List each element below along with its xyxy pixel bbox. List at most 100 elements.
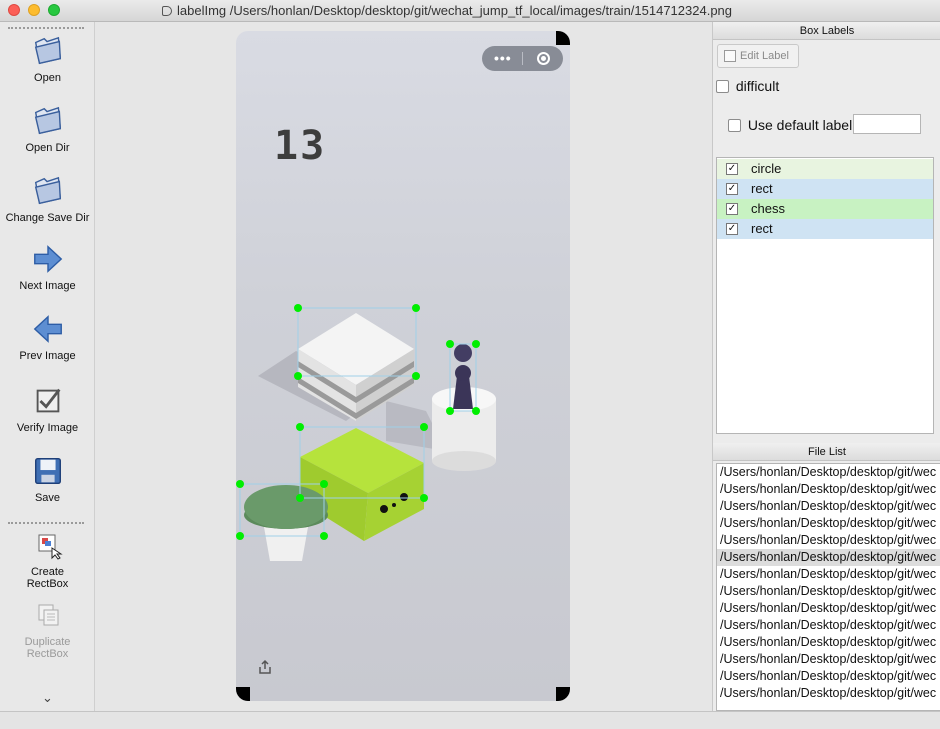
file-list-item[interactable]: /Users/honlan/Desktop/desktop/git/wec [717, 668, 940, 685]
file-list-item[interactable]: /Users/honlan/Desktop/desktop/git/wec [717, 498, 940, 515]
folder-open-icon [34, 176, 61, 205]
handle[interactable] [296, 423, 304, 431]
create-rectbox-button[interactable]: Create RectBox [0, 528, 95, 590]
file-list-item[interactable]: /Users/honlan/Desktop/desktop/git/wec [717, 566, 940, 583]
folder-open-icon [34, 106, 61, 135]
create-rectbox-label: Create RectBox [26, 566, 69, 590]
label-item[interactable]: ✓ rect [717, 179, 933, 199]
green-box-dot [380, 505, 388, 513]
right-dock: Box Labels Edit Label difficult Use defa… [712, 22, 940, 711]
open-dir-label: Open Dir [25, 142, 70, 154]
file-list-item[interactable]: /Users/honlan/Desktop/desktop/git/wec [717, 685, 940, 702]
green-box-dot [392, 503, 396, 507]
change-save-dir-button[interactable]: Change Save Dir [0, 174, 95, 224]
file-list-item[interactable]: /Users/honlan/Desktop/desktop/git/wec [717, 532, 940, 549]
handle[interactable] [420, 494, 428, 502]
open-dir-button[interactable]: Open Dir [0, 104, 95, 154]
file-list-item[interactable]: /Users/honlan/Desktop/desktop/git/wec [717, 481, 940, 498]
prev-image-label: Prev Image [19, 350, 76, 362]
verify-image-button[interactable]: Verify Image [0, 384, 95, 434]
save-label: Save [34, 492, 61, 504]
handle[interactable] [472, 340, 480, 348]
window-title: labelImg /Users/honlan/Desktop/desktop/g… [162, 3, 732, 18]
label-checkbox[interactable]: ✓ [726, 183, 738, 195]
file-list-item[interactable]: /Users/honlan/Desktop/desktop/git/wec [717, 651, 940, 668]
label-text: rect [751, 181, 773, 196]
share-icon [259, 659, 271, 674]
handle[interactable] [320, 532, 328, 540]
open-label: Open [34, 72, 61, 84]
folder-open-icon [34, 36, 61, 65]
edit-label-button[interactable]: Edit Label [717, 44, 799, 68]
box-labels-title: Box Labels [713, 22, 940, 40]
handle[interactable] [296, 494, 304, 502]
green-box-dot [400, 493, 408, 501]
use-default-check-box[interactable] [728, 119, 741, 132]
screenshot-image: ••• 13 [236, 31, 570, 701]
chess-head [454, 344, 472, 362]
handle[interactable] [320, 480, 328, 488]
image-canvas[interactable]: ••• 13 [95, 22, 712, 711]
window-titlebar: labelImg /Users/honlan/Desktop/desktop/g… [0, 0, 940, 22]
handle[interactable] [420, 423, 428, 431]
handle[interactable] [412, 372, 420, 380]
duplicate-rectbox-button[interactable]: Duplicate RectBox [0, 598, 95, 660]
arrow-right-icon [33, 245, 62, 273]
handle[interactable] [472, 407, 480, 415]
handle[interactable] [236, 480, 244, 488]
handle[interactable] [294, 372, 302, 380]
next-image-label: Next Image [19, 280, 76, 292]
edit-pencil-icon [724, 50, 736, 62]
use-default-label-checkbox[interactable]: Use default label [728, 117, 852, 133]
edit-label-text: Edit Label [740, 50, 789, 62]
label-list[interactable]: ✓ circle ✓ rect ✓ chess ✓ rect [716, 157, 934, 434]
difficult-check-box[interactable] [716, 80, 729, 93]
file-list-item[interactable]: /Users/honlan/Desktop/desktop/git/wec [717, 464, 940, 481]
difficult-label: difficult [735, 78, 780, 94]
next-image-button[interactable]: Next Image [0, 242, 95, 292]
phone-corner [556, 687, 570, 701]
floppy-disk-icon [34, 458, 61, 484]
label-checkbox[interactable]: ✓ [726, 163, 738, 175]
handle[interactable] [412, 304, 420, 312]
verify-image-label: Verify Image [16, 422, 79, 434]
label-text: chess [751, 201, 785, 216]
handle[interactable] [446, 340, 454, 348]
file-list-item[interactable]: /Users/honlan/Desktop/desktop/git/wec [717, 583, 940, 600]
toolbar-separator [8, 522, 84, 524]
save-button[interactable]: Save [0, 454, 95, 504]
prev-image-button[interactable]: Prev Image [0, 312, 95, 362]
label-checkbox[interactable]: ✓ [726, 223, 738, 235]
label-item[interactable]: ✓ rect [717, 219, 933, 239]
duplicate-rectbox-label: Duplicate RectBox [24, 636, 71, 660]
table-top [244, 485, 328, 529]
toolbar-separator [8, 27, 84, 29]
duplicate-icon [38, 604, 58, 626]
handle[interactable] [294, 304, 302, 312]
phone-corner [556, 31, 570, 45]
file-list[interactable]: /Users/honlan/Desktop/desktop/git/wec /U… [716, 463, 940, 711]
file-list-item[interactable]: /Users/honlan/Desktop/desktop/git/wec [717, 634, 940, 651]
default-label-input[interactable] [853, 114, 921, 134]
maximize-window-button[interactable] [48, 4, 60, 16]
label-checkbox[interactable]: ✓ [726, 203, 738, 215]
arrow-left-icon [33, 315, 62, 343]
label-item[interactable]: ✓ circle [717, 159, 933, 179]
handle[interactable] [236, 532, 244, 540]
file-list-item[interactable]: /Users/honlan/Desktop/desktop/git/wec [717, 515, 940, 532]
label-item[interactable]: ✓ chess [717, 199, 933, 219]
minimize-window-button[interactable] [28, 4, 40, 16]
left-toolbar: Open Open Dir Change Save Dir Next Image… [0, 22, 95, 721]
file-list-item-selected[interactable]: /Users/honlan/Desktop/desktop/git/wec [717, 549, 940, 566]
document-icon [162, 6, 172, 16]
close-window-button[interactable] [8, 4, 20, 16]
status-bar [0, 711, 940, 729]
file-list-item[interactable]: /Users/honlan/Desktop/desktop/git/wec [717, 600, 940, 617]
open-button[interactable]: Open [0, 34, 95, 84]
use-default-label-text: Use default label [747, 117, 853, 133]
difficult-checkbox[interactable]: difficult [716, 78, 779, 94]
handle[interactable] [446, 407, 454, 415]
window-title-text: labelImg /Users/honlan/Desktop/desktop/g… [177, 3, 733, 18]
file-list-item[interactable]: /Users/honlan/Desktop/desktop/git/wec [717, 617, 940, 634]
file-list-title: File List [713, 443, 940, 461]
